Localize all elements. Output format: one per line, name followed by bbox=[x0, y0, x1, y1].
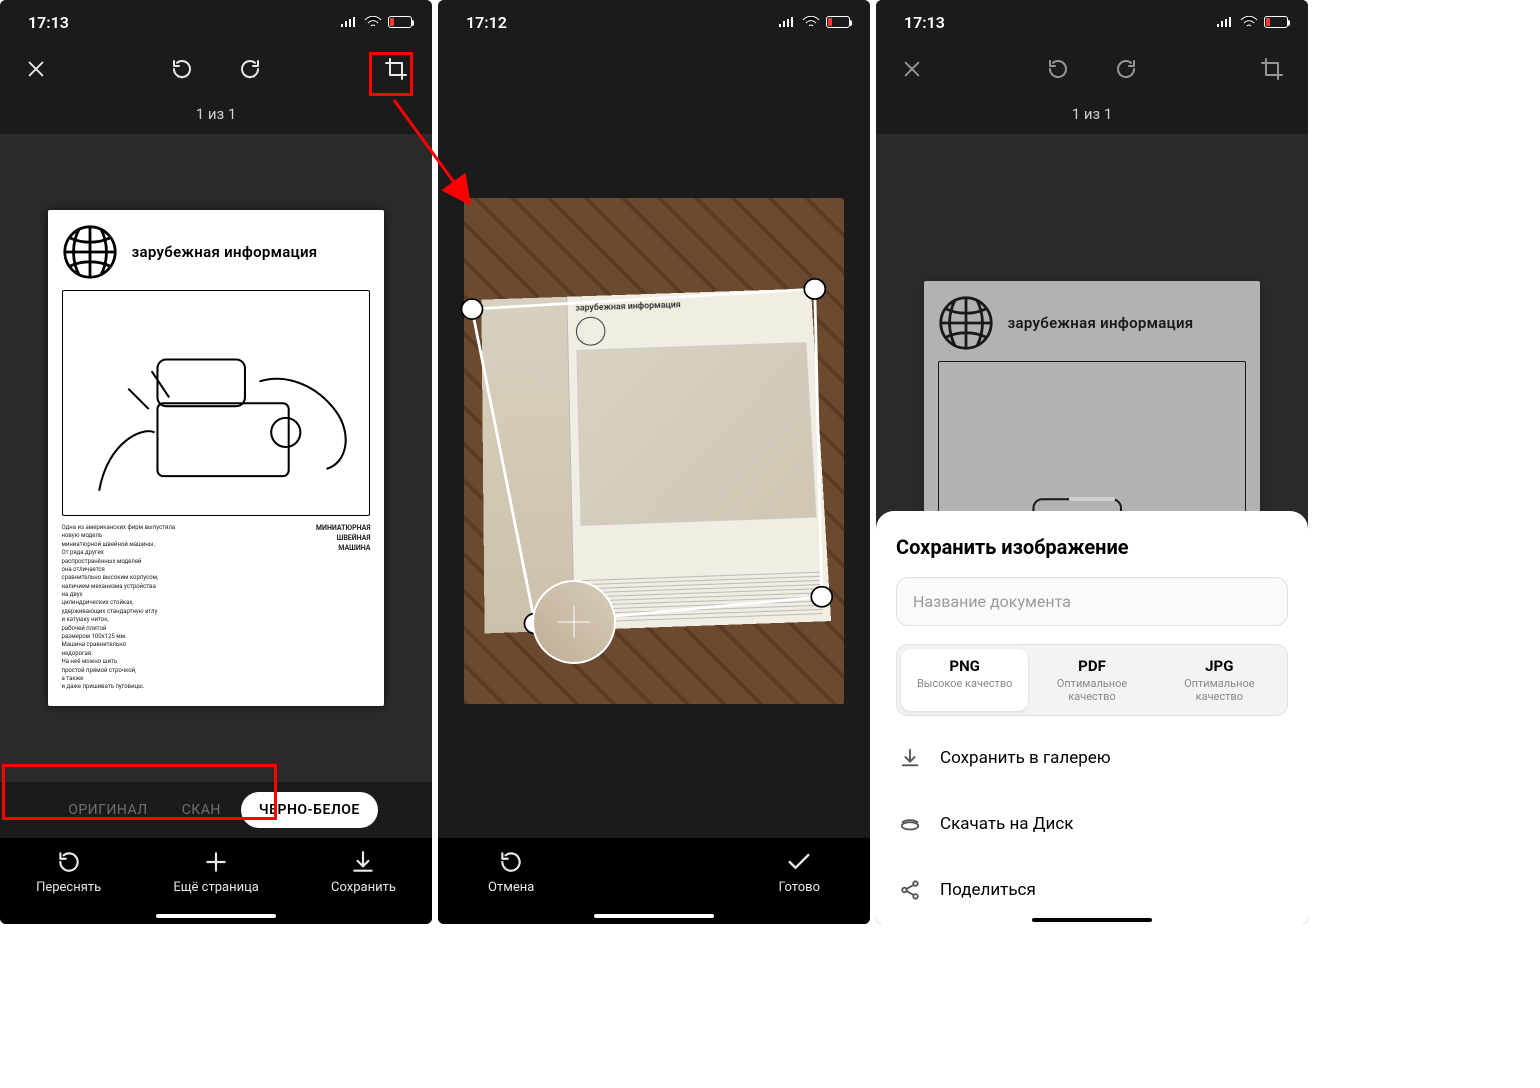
rotate-left-button[interactable] bbox=[162, 49, 202, 89]
share-icon bbox=[898, 878, 922, 902]
disk-label: Скачать на Диск bbox=[940, 814, 1073, 834]
add-page-button[interactable]: Ещё страница bbox=[173, 848, 259, 895]
download-icon bbox=[898, 746, 922, 770]
sheet-title: Сохранить изображение bbox=[896, 535, 1288, 559]
page-counter: 1 из 1 bbox=[0, 94, 432, 134]
wifi-icon bbox=[802, 13, 820, 32]
disk-icon bbox=[898, 812, 922, 836]
format-jpg[interactable]: JPG Оптимальное качество bbox=[1156, 649, 1283, 711]
retake-button[interactable]: Переснять bbox=[36, 848, 101, 895]
crop-area[interactable]: зарубежная информация bbox=[438, 134, 870, 768]
filter-selector: ОРИГИНАЛ СКАН ЧЕРНО-БЕЛОЕ bbox=[0, 782, 432, 838]
format-png[interactable]: PNG Высокое качество bbox=[901, 649, 1028, 711]
done-button[interactable]: Готово bbox=[778, 848, 820, 895]
battery-icon bbox=[826, 16, 850, 28]
format-pdf-label: PDF bbox=[1078, 657, 1106, 675]
format-png-label: PNG bbox=[949, 657, 979, 675]
save-to-disk-action[interactable]: Скачать на Диск bbox=[896, 800, 1288, 848]
cancel-button[interactable]: Отмена bbox=[488, 848, 534, 895]
filter-scan[interactable]: СКАН bbox=[168, 792, 235, 828]
bottom-toolbar: Переснять Ещё страница Сохранить bbox=[0, 838, 432, 924]
cellular-icon bbox=[778, 13, 796, 32]
save-to-gallery-action[interactable]: Сохранить в галерею bbox=[896, 734, 1288, 782]
home-indicator[interactable] bbox=[594, 914, 714, 918]
cancel-label: Отмена bbox=[488, 880, 534, 895]
scanned-page: зарубежная информация Одна из американск… bbox=[48, 210, 385, 706]
crop-spacer-bottom bbox=[438, 768, 870, 838]
doc-body-text: Одна из американских фирм выпустилановую… bbox=[62, 524, 212, 692]
save-button[interactable]: Сохранить bbox=[331, 848, 396, 895]
battery-icon bbox=[1264, 16, 1288, 28]
rotate-right-button[interactable] bbox=[230, 49, 270, 89]
close-button[interactable] bbox=[892, 49, 932, 89]
globe-icon bbox=[938, 295, 994, 351]
sheet-grabber[interactable] bbox=[1069, 497, 1115, 501]
filter-bw-selected[interactable]: ЧЕРНО-БЕЛОЕ bbox=[241, 792, 378, 828]
crop-quad[interactable] bbox=[472, 289, 822, 624]
plus-icon bbox=[202, 848, 230, 876]
preview-area[interactable]: зарубежная информация Одна из американск… bbox=[0, 134, 432, 782]
crop-photo[interactable]: зарубежная информация bbox=[464, 198, 844, 705]
check-icon bbox=[785, 848, 813, 876]
rotate-left-button[interactable] bbox=[1038, 49, 1078, 89]
save-label: Сохранить bbox=[331, 880, 396, 895]
save-sheet: Сохранить изображение Название документа… bbox=[876, 511, 1308, 924]
share-action[interactable]: Поделиться bbox=[896, 866, 1288, 914]
home-indicator[interactable] bbox=[1032, 918, 1152, 922]
home-indicator[interactable] bbox=[156, 914, 276, 918]
format-jpg-sub: Оптимальное качество bbox=[1160, 677, 1279, 703]
status-time: 17:12 bbox=[466, 13, 507, 32]
crop-spacer-top bbox=[438, 44, 870, 134]
doc-illustration bbox=[62, 290, 371, 516]
status-bar: 17:13 bbox=[876, 0, 1308, 44]
close-button[interactable] bbox=[16, 49, 56, 89]
share-label: Поделиться bbox=[940, 880, 1036, 900]
format-pdf[interactable]: PDF Оптимальное качество bbox=[1028, 649, 1155, 711]
wifi-icon bbox=[1240, 13, 1258, 32]
format-pdf-sub: Оптимальное качество bbox=[1032, 677, 1151, 703]
screen-crop: 17:12 зарубежная информация bbox=[438, 0, 870, 924]
globe-icon bbox=[62, 224, 118, 280]
edit-toolbar bbox=[0, 44, 432, 94]
rotate-right-button[interactable] bbox=[1106, 49, 1146, 89]
doc-title: зарубежная информация bbox=[1008, 314, 1194, 332]
page-counter: 1 из 1 bbox=[876, 94, 1308, 134]
format-png-sub: Высокое качество bbox=[917, 677, 1012, 690]
gallery-label: Сохранить в галерею bbox=[940, 748, 1111, 768]
crop-button[interactable] bbox=[376, 49, 416, 89]
status-bar: 17:13 bbox=[0, 0, 432, 44]
screen-edit: 17:13 1 из 1 зарубежная информация Одна … bbox=[0, 0, 432, 924]
wifi-icon bbox=[364, 13, 382, 32]
doc-caption: МИНИАТЮРНАЯШВЕЙНАЯМАШИНА bbox=[220, 524, 370, 692]
format-selector: PNG Высокое качество PDF Оптимальное кач… bbox=[896, 644, 1288, 716]
retake-icon bbox=[55, 848, 83, 876]
status-time: 17:13 bbox=[904, 13, 945, 32]
doc-title: зарубежная информация bbox=[132, 243, 318, 261]
cellular-icon bbox=[1216, 13, 1234, 32]
cellular-icon bbox=[340, 13, 358, 32]
crop-button[interactable] bbox=[1252, 49, 1292, 89]
screen-save: 17:13 1 из 1 зарубежная информация Одна … bbox=[876, 0, 1308, 924]
retake-label: Переснять bbox=[36, 880, 101, 895]
battery-icon bbox=[388, 16, 412, 28]
magnifier-loupe bbox=[532, 580, 616, 664]
format-jpg-label: JPG bbox=[1205, 657, 1233, 675]
status-time: 17:13 bbox=[28, 13, 69, 32]
crop-bottom-toolbar: Отмена Готово bbox=[438, 838, 870, 924]
add-page-label: Ещё страница bbox=[173, 880, 259, 895]
doc-name-input[interactable]: Название документа bbox=[896, 577, 1288, 626]
download-icon bbox=[349, 848, 377, 876]
edit-toolbar bbox=[876, 44, 1308, 94]
status-bar: 17:12 bbox=[438, 0, 870, 44]
filter-original[interactable]: ОРИГИНАЛ bbox=[54, 792, 162, 828]
done-label: Готово bbox=[778, 880, 820, 895]
undo-icon bbox=[497, 848, 525, 876]
